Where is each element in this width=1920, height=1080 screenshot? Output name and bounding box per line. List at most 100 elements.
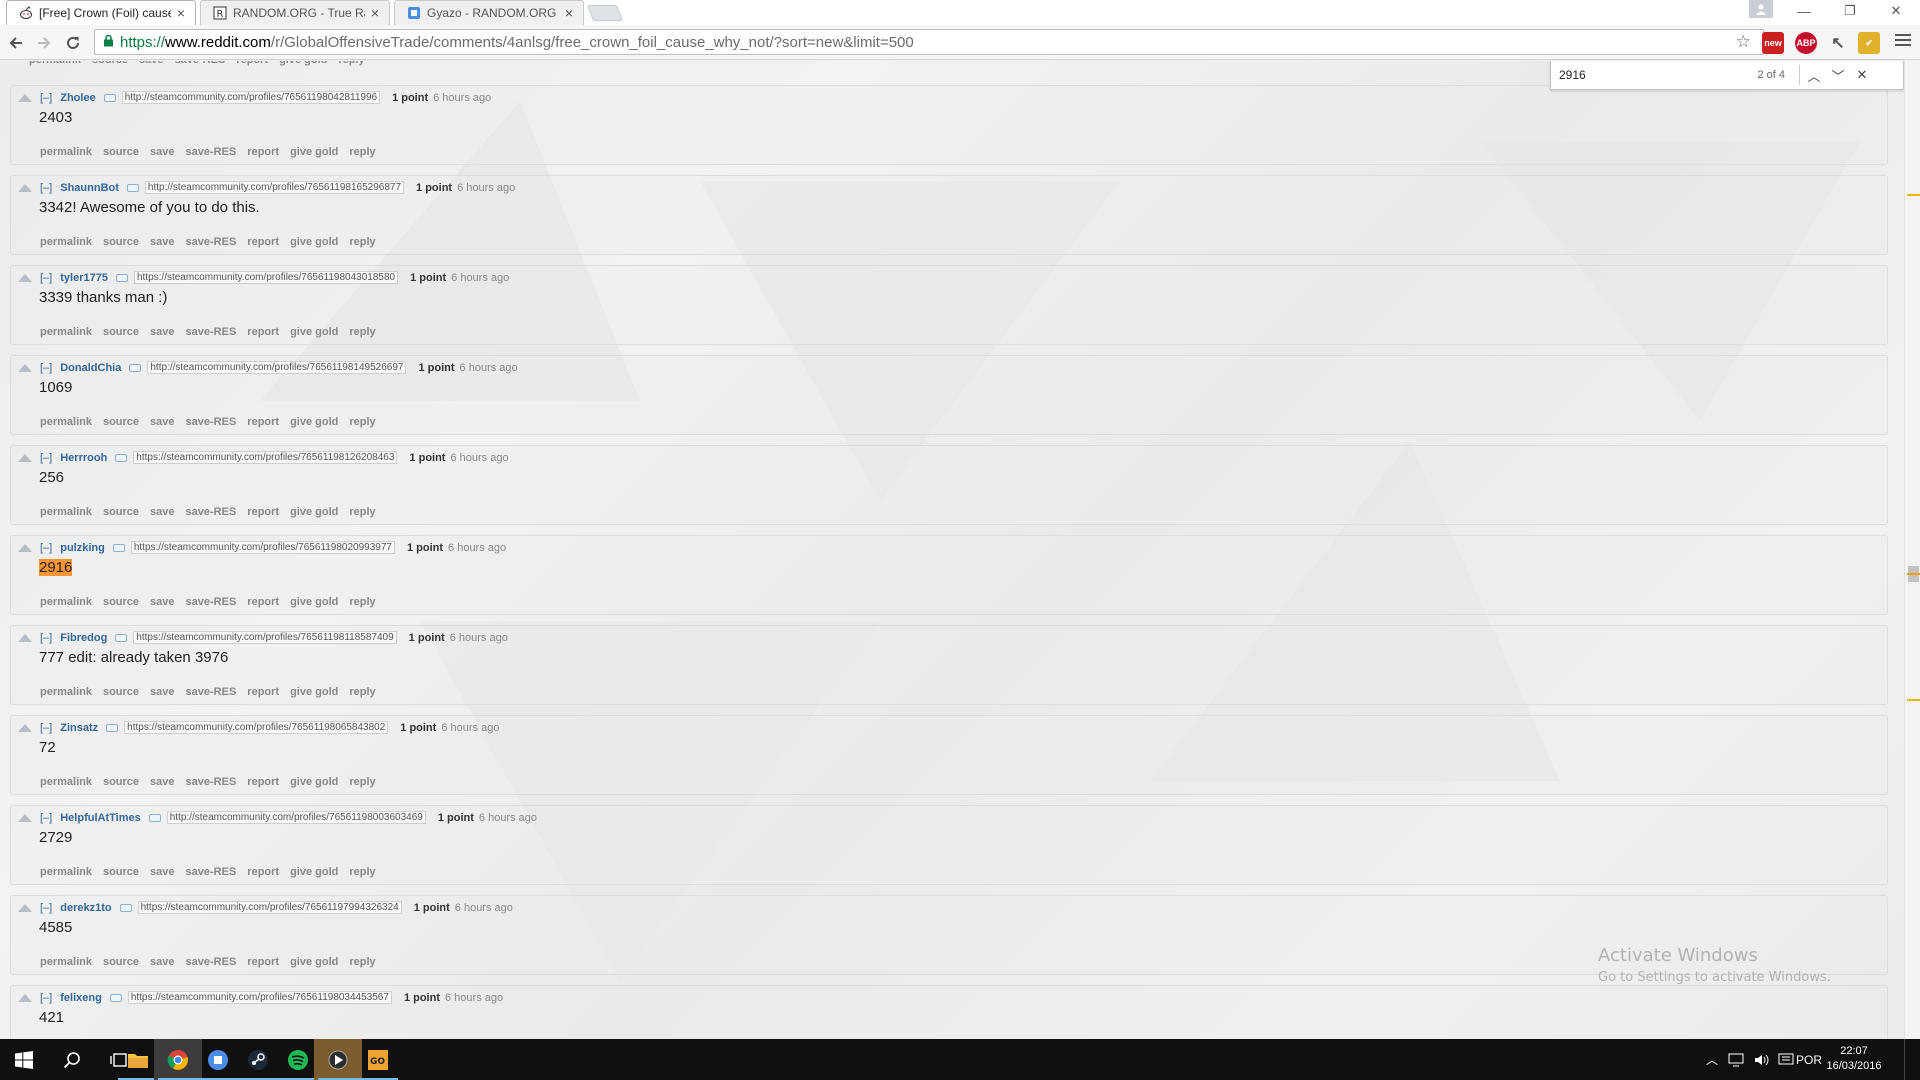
upvote-arrow-icon[interactable] [18, 994, 32, 1002]
permalink-link[interactable]: permalink [29, 61, 81, 66]
close-window-button[interactable]: ✕ [1873, 0, 1919, 22]
comment-author[interactable]: DonaldChia [60, 362, 121, 374]
reply-link[interactable]: reply [349, 416, 375, 428]
upvote-arrow-icon[interactable] [18, 274, 32, 282]
save-link[interactable]: save [139, 61, 163, 66]
start-button[interactable] [0, 1039, 48, 1080]
report-link[interactable]: report [236, 61, 268, 66]
save-res-link[interactable]: save-RES [186, 596, 237, 608]
save-link[interactable]: save [150, 596, 174, 608]
tab-random-org[interactable]: R RANDOM.ORG - True Ran × [200, 0, 390, 25]
source-link[interactable]: source [103, 236, 139, 248]
reply-link[interactable]: reply [349, 146, 375, 158]
source-link[interactable]: source [103, 956, 139, 968]
address-bar[interactable]: https://www.reddit.com/r/GlobalOffensive… [94, 29, 1764, 55]
collapse-toggle[interactable]: [–] [40, 992, 52, 1004]
save-link[interactable]: save [150, 236, 174, 248]
report-link[interactable]: report [247, 956, 279, 968]
new-tab-button[interactable] [587, 5, 623, 21]
comment-author[interactable]: Fibredog [60, 632, 107, 644]
permalink-link[interactable]: permalink [40, 326, 92, 338]
adblock-plus-icon[interactable]: ABP [1795, 32, 1817, 54]
upvote-arrow-icon[interactable] [18, 634, 32, 642]
taskbar-clock[interactable]: 22:07 16/03/2016 [1822, 1044, 1886, 1074]
upvote-arrow-icon[interactable] [18, 454, 32, 462]
report-link[interactable]: report [247, 326, 279, 338]
save-link[interactable]: save [150, 866, 174, 878]
upvote-arrow-icon[interactable] [18, 94, 32, 102]
tag-icon[interactable] [119, 903, 132, 912]
checkmark-extension-icon[interactable]: ✔ [1858, 32, 1880, 54]
give-gold-link[interactable]: give gold [290, 416, 338, 428]
chrome-menu-icon[interactable] [1895, 34, 1911, 49]
reply-link[interactable]: reply [338, 61, 364, 66]
page-content[interactable]: permalink source save save-RES report gi… [0, 61, 1904, 1039]
csgo-icon[interactable]: GO [354, 1039, 402, 1080]
save-link[interactable]: save [150, 146, 174, 158]
save-res-link[interactable]: save-RES [186, 866, 237, 878]
report-link[interactable]: report [247, 146, 279, 158]
find-close-button[interactable]: ✕ [1850, 63, 1874, 87]
permalink-link[interactable]: permalink [40, 146, 92, 158]
tag-icon[interactable] [148, 813, 161, 822]
report-link[interactable]: report [247, 866, 279, 878]
comment-author[interactable]: Zinsatz [60, 722, 98, 734]
back-button[interactable] [5, 32, 27, 54]
find-next-button[interactable]: ﹀ [1826, 63, 1850, 87]
give-gold-link[interactable]: give gold [290, 956, 338, 968]
report-link[interactable]: report [247, 686, 279, 698]
input-language-indicator[interactable]: POR [1796, 1039, 1822, 1080]
source-link[interactable]: source [103, 506, 139, 518]
comment-author[interactable]: pulzking [60, 542, 105, 554]
source-link[interactable]: source [103, 416, 139, 428]
restore-button[interactable]: ❐ [1827, 0, 1873, 22]
permalink-link[interactable]: permalink [40, 776, 92, 788]
collapse-toggle[interactable]: [–] [40, 902, 52, 914]
upvote-arrow-icon[interactable] [18, 544, 32, 552]
reply-link[interactable]: reply [349, 596, 375, 608]
reply-link[interactable]: reply [349, 236, 375, 248]
network-icon[interactable] [1728, 1039, 1744, 1080]
collapse-toggle[interactable]: [–] [40, 182, 52, 194]
collapse-toggle[interactable]: [–] [40, 452, 52, 464]
source-link[interactable]: source [92, 61, 128, 66]
collapse-toggle[interactable]: [–] [40, 362, 52, 374]
reply-link[interactable]: reply [349, 776, 375, 788]
collapse-toggle[interactable]: [–] [40, 632, 52, 644]
comment-author[interactable]: HelpfulAtTimes [60, 812, 140, 824]
save-link[interactable]: save [150, 416, 174, 428]
comment-author[interactable]: Herrrooh [60, 452, 107, 464]
save-link[interactable]: save [150, 776, 174, 788]
upvote-arrow-icon[interactable] [18, 904, 32, 912]
save-link[interactable]: save [150, 506, 174, 518]
collapse-toggle[interactable]: [–] [40, 812, 52, 824]
mail-new-extension-icon[interactable]: new [1762, 32, 1784, 54]
upvote-arrow-icon[interactable] [18, 364, 32, 372]
show-desktop-button[interactable] [1904, 1039, 1920, 1080]
source-link[interactable]: source [103, 686, 139, 698]
report-link[interactable]: report [247, 596, 279, 608]
collapse-toggle[interactable]: [–] [40, 542, 52, 554]
tag-icon[interactable] [115, 633, 128, 642]
report-link[interactable]: report [247, 416, 279, 428]
give-gold-link[interactable]: give gold [290, 686, 338, 698]
save-res-link[interactable]: save-RES [186, 956, 237, 968]
notifications-icon[interactable] [1778, 1039, 1794, 1080]
give-gold-link[interactable]: give gold [290, 776, 338, 788]
tag-icon[interactable] [126, 183, 139, 192]
tag-icon[interactable] [129, 363, 142, 372]
forward-button[interactable] [33, 32, 55, 54]
tab-close-icon[interactable]: × [565, 5, 573, 21]
save-res-link[interactable]: save-RES [186, 506, 237, 518]
source-link[interactable]: source [103, 596, 139, 608]
find-input[interactable]: 2916 [1559, 68, 1709, 82]
give-gold-link[interactable]: give gold [290, 326, 338, 338]
reply-link[interactable]: reply [349, 506, 375, 518]
save-res-link[interactable]: save-RES [186, 416, 237, 428]
comment-author[interactable]: Zholee [60, 92, 95, 104]
page-scrollbar[interactable] [1904, 61, 1920, 1039]
permalink-link[interactable]: permalink [40, 866, 92, 878]
report-link[interactable]: report [247, 236, 279, 248]
give-gold-link[interactable]: give gold [290, 596, 338, 608]
permalink-link[interactable]: permalink [40, 596, 92, 608]
